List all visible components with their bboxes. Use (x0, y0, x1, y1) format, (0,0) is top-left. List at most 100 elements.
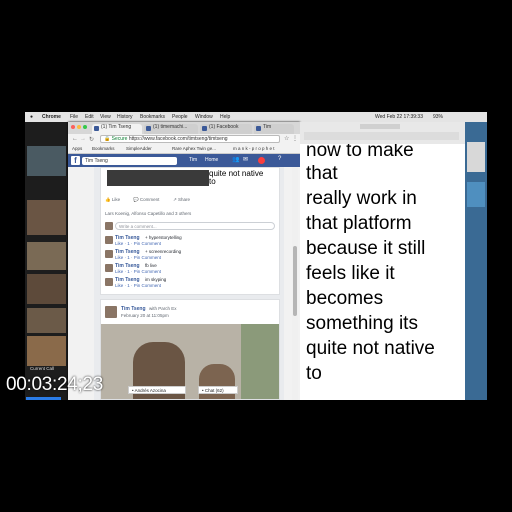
notes-toolbar (300, 122, 465, 144)
notes-line: feels like it (306, 263, 395, 284)
lock-icon: 🔒 (104, 136, 111, 142)
menu-view[interactable]: View (100, 114, 111, 120)
chat-button[interactable]: • Chat (62) (198, 386, 238, 394)
facebook-icon (202, 126, 207, 131)
menu-window[interactable]: Window (195, 114, 213, 120)
notes-document[interactable]: now to make that really work in that pla… (300, 144, 465, 400)
webcam-thumbnail (27, 274, 66, 304)
menu-dots-icon[interactable]: ⋮ (292, 135, 298, 142)
url-text: https://www.facebook.com/timtseng/timtse… (128, 136, 228, 142)
comment-text: fb live (145, 263, 157, 268)
notes-title (360, 124, 400, 129)
post-snippet-line: to (209, 177, 216, 186)
desktop-right-panel (465, 122, 487, 400)
comment-input[interactable]: Write a comment... (115, 222, 275, 230)
webcam-thumbnail (27, 200, 66, 235)
star-icon[interactable]: ☆ (284, 135, 289, 142)
bookmark-apps[interactable]: Apps (72, 146, 82, 151)
menu-history[interactable]: History (117, 114, 133, 120)
comment-meta[interactable]: Like · 1 · Pin Comment (115, 241, 161, 246)
post-author[interactable]: Tim Tseng (121, 306, 146, 312)
scrollbar-thumb[interactable] (293, 246, 297, 316)
notes-line: really work in (306, 188, 417, 209)
menu-bar: ● Chrome File Edit View History Bookmark… (25, 112, 487, 122)
menu-bookmarks[interactable]: Bookmarks (140, 114, 165, 120)
timecode-underline (26, 397, 61, 400)
avatar (105, 236, 113, 244)
menu-help[interactable]: Help (220, 114, 230, 120)
notes-line: something its (306, 313, 418, 334)
post-snippet-line: quite not native (209, 169, 264, 178)
notes-line: becomes (306, 288, 384, 309)
comment-meta[interactable]: Like · 1 · Pin Comment (115, 255, 161, 260)
post-video-thumbnail[interactable] (107, 170, 209, 186)
video-timecode: 00:03:24;23 (6, 374, 104, 395)
tab-facebook[interactable]: (1) Facebook (200, 124, 252, 134)
bookmark-mank-prophet[interactable]: m a n k - p r o p h e t (233, 146, 275, 151)
facebook-logo-icon[interactable]: f (71, 156, 80, 165)
desktop-window-fragment (467, 142, 485, 172)
facebook-icon (256, 126, 261, 131)
tab-tim-tseng[interactable]: (1) Tim Tseng (92, 124, 142, 134)
webcam-thumbnail (27, 242, 66, 270)
webcam-thumbnail (27, 146, 66, 176)
post-with[interactable]: with Parch Ex (149, 306, 177, 311)
reactions-summary[interactable]: Lars Koenig, Alfonso Capetillo and 3 oth… (105, 211, 191, 216)
avatar (105, 278, 113, 286)
menu-people[interactable]: People (172, 114, 188, 120)
close-window-button[interactable] (71, 125, 75, 129)
facebook-icon (94, 126, 99, 131)
back-icon[interactable]: ← (72, 136, 78, 142)
clock[interactable]: Wed Feb 22 17:39:33 (375, 114, 423, 120)
apple-icon[interactable]: ● (30, 114, 33, 120)
current-call-label: Current Call (30, 366, 55, 371)
notes-line: now to make (306, 144, 414, 161)
header-home[interactable]: Home (205, 157, 218, 163)
header-user[interactable]: Tim (189, 157, 197, 163)
notes-line: that platform (306, 213, 412, 234)
tab-timemachi[interactable]: (1) timemachi... (144, 124, 198, 134)
help-icon[interactable]: ? (278, 156, 281, 162)
comment-meta[interactable]: Like · 1 · Pin Comment (115, 283, 161, 288)
bookmark-bookmarks[interactable]: Bookmarks (92, 146, 115, 151)
desktop-window-fragment (467, 182, 485, 207)
tab-label: (1) timemachi... (153, 124, 188, 130)
share-button[interactable]: ↗ Share (173, 197, 190, 203)
chat-contact[interactable]: • Andrés Azocina (128, 386, 186, 394)
notifications-icon[interactable] (258, 157, 265, 164)
tab-label: (1) Facebook (209, 124, 239, 130)
comment-button[interactable]: 💬 Comment (133, 197, 159, 203)
comment-meta[interactable]: Like · 1 · Pin Comment (115, 269, 161, 274)
post-card: quite not native to 👍 Like 💬 Comment ↗ S… (100, 167, 280, 295)
comment-text: + hyperstorytelling (145, 235, 182, 240)
menu-file[interactable]: File (70, 114, 78, 120)
tab-label: Tim (263, 124, 272, 130)
forward-icon[interactable]: → (80, 136, 86, 142)
minimize-window-button[interactable] (77, 125, 81, 129)
notes-line: to (306, 363, 322, 384)
tab-tim[interactable]: Tim (254, 124, 294, 134)
like-button[interactable]: 👍 Like (105, 197, 120, 203)
avatar (105, 264, 113, 272)
maximize-window-button[interactable] (83, 125, 87, 129)
notes-format-bar[interactable] (304, 132, 459, 140)
avatar[interactable] (105, 306, 117, 318)
url-input[interactable]: 🔒 Secure https://www.facebook.com/timtse… (100, 135, 280, 143)
search-input[interactable]: Tim Tseng (82, 157, 177, 165)
menu-chrome[interactable]: Chrome (42, 114, 61, 120)
tab-label: (1) Tim Tseng (101, 124, 132, 130)
battery-percent[interactable]: 93% (433, 114, 443, 120)
messages-icon[interactable]: ✉ (243, 156, 248, 163)
post-date[interactable]: February 20 at 11:05pm (121, 313, 169, 318)
bookmarks-bar: Apps Bookmarks SimpleAdder Rare Aphex Tw… (68, 145, 300, 154)
webcam-feed (25, 122, 68, 400)
photo-tree (241, 324, 279, 399)
menu-edit[interactable]: Edit (85, 114, 94, 120)
post-card: Tim Tseng with Parch Ex February 20 at 1… (100, 299, 280, 400)
reload-icon[interactable]: ↻ (89, 136, 94, 143)
search-value: Tim Tseng (85, 158, 108, 164)
webcam-thumbnail (27, 308, 66, 333)
friends-icon[interactable]: 👥 (232, 156, 239, 163)
bookmark-aphex-twin[interactable]: Rare Aphex Twin ge... (172, 146, 216, 151)
bookmark-simpleadder[interactable]: SimpleAdder (126, 146, 152, 151)
